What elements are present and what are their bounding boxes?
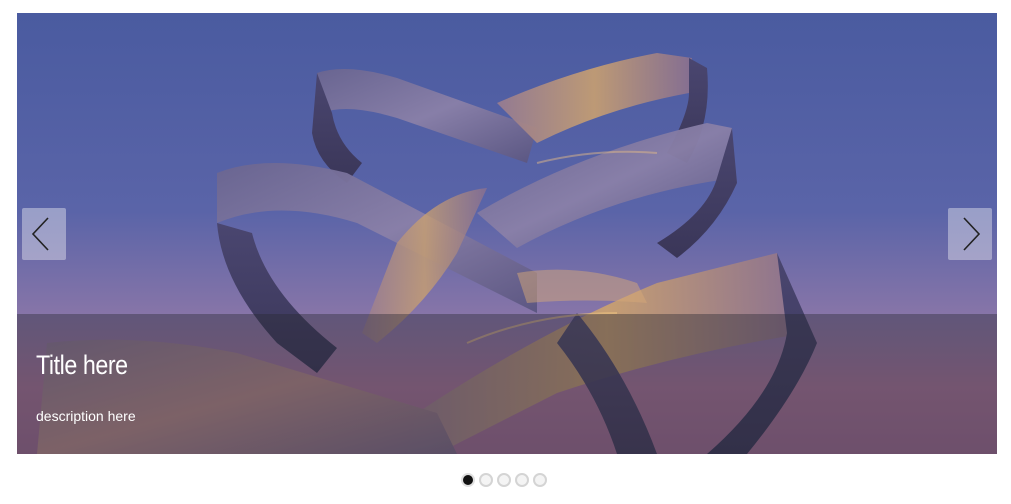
pagination-dot-1[interactable] [461,473,475,487]
chevron-left-icon [31,217,49,251]
pagination-dot-2[interactable] [479,473,493,487]
slide-pagination [461,473,547,487]
pagination-dot-3[interactable] [497,473,511,487]
next-slide-button[interactable] [948,208,992,260]
image-slider[interactable]: Title here description here [17,13,997,454]
pagination-dot-5[interactable] [533,473,547,487]
pagination-dot-4[interactable] [515,473,529,487]
slide-title: Title here [36,350,128,380]
previous-slide-button[interactable] [22,208,66,260]
chevron-right-icon [963,217,981,251]
slide-description: description here [36,408,136,424]
slide-caption: Title here description here [17,314,997,454]
